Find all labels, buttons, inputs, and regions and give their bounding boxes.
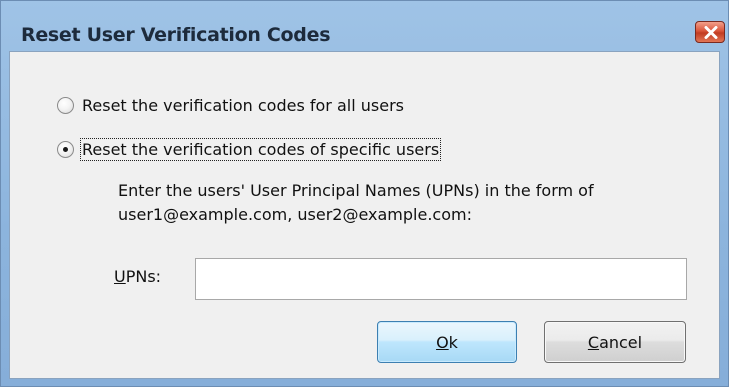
dialog-window: Reset User Verification Codes Reset the … [0,0,729,387]
cancel-mnemonic: C [587,332,600,352]
cancel-button[interactable]: Cancel [544,321,686,363]
dialog-title: Reset User Verification Codes [21,24,331,46]
upns-label: UPNs: [114,267,161,286]
upns-label-rest: PNs: [125,267,162,286]
radio-icon[interactable] [57,140,74,158]
instructions-line-2: user1@example.com, user2@example.com: [118,205,472,224]
cancel-label-rest: ancel [599,332,643,352]
radio-icon[interactable] [57,96,74,114]
close-button[interactable] [695,21,725,43]
upns-input[interactable] [195,258,687,300]
dialog-body: Reset the verification codes for all use… [9,51,720,379]
upns-label-mnemonic: U [114,267,126,286]
instructions-line-1: Enter the users' User Principal Names (U… [118,181,594,200]
radio-specific-users[interactable]: Reset the verification codes of specific… [57,137,442,161]
title-bar[interactable]: Reset User Verification Codes [1,1,728,51]
instructions-text: Enter the users' User Principal Names (U… [118,179,594,227]
ok-label-rest: k [448,332,458,352]
radio-all-users-label[interactable]: Reset the verification codes for all use… [82,96,404,115]
ok-mnemonic: O [436,332,449,352]
radio-all-users[interactable]: Reset the verification codes for all use… [57,93,404,117]
radio-specific-users-label[interactable]: Reset the verification codes of specific… [79,137,442,161]
ok-button[interactable]: Ok [377,321,517,363]
close-icon [704,26,718,39]
